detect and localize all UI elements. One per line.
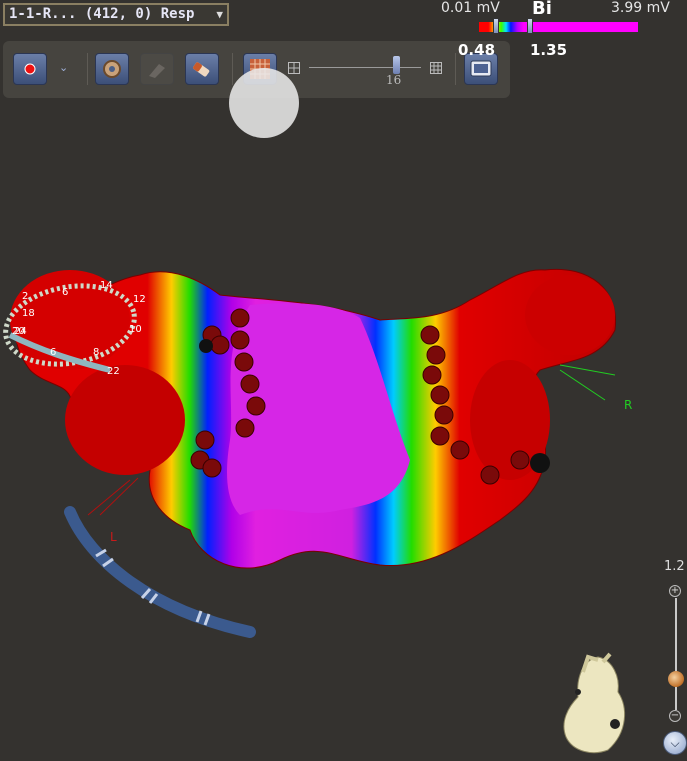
electrode-label: 14 [100, 280, 113, 291]
electrode-label: 24 [14, 326, 27, 337]
electrode-label: 22 [107, 366, 120, 377]
zoom-in-button[interactable]: + [669, 585, 681, 597]
electrode-label: 2 [22, 291, 28, 302]
label-left: L [110, 530, 117, 544]
electrode-label: 12 [133, 294, 146, 305]
electrode-label: 8 [93, 347, 99, 358]
tag-marker [199, 339, 213, 353]
zoom-level: 1.2 [664, 559, 685, 574]
expand-button[interactable]: ⌵ [663, 731, 687, 755]
chevron-down-icon: ⌵ [670, 736, 680, 750]
zoom-slider[interactable] [675, 598, 677, 710]
zoom-out-button[interactable]: − [669, 710, 681, 722]
label-right: R [624, 398, 632, 412]
electrode-label: 6 [62, 287, 68, 298]
right-appendage [525, 275, 615, 355]
electrode-label: 18 [22, 308, 35, 319]
voltage-map-3d[interactable]: 2 6 14 12 18 20 24 10 6 8 22 L R [0, 0, 687, 761]
tag-marker [530, 453, 550, 473]
electrode-label: 10 [129, 324, 142, 335]
heart-orientation-icon[interactable] [558, 652, 638, 757]
zoom-slider-thumb[interactable] [668, 671, 684, 687]
electrode-label: 6 [50, 347, 56, 358]
left-lobe [65, 365, 185, 475]
